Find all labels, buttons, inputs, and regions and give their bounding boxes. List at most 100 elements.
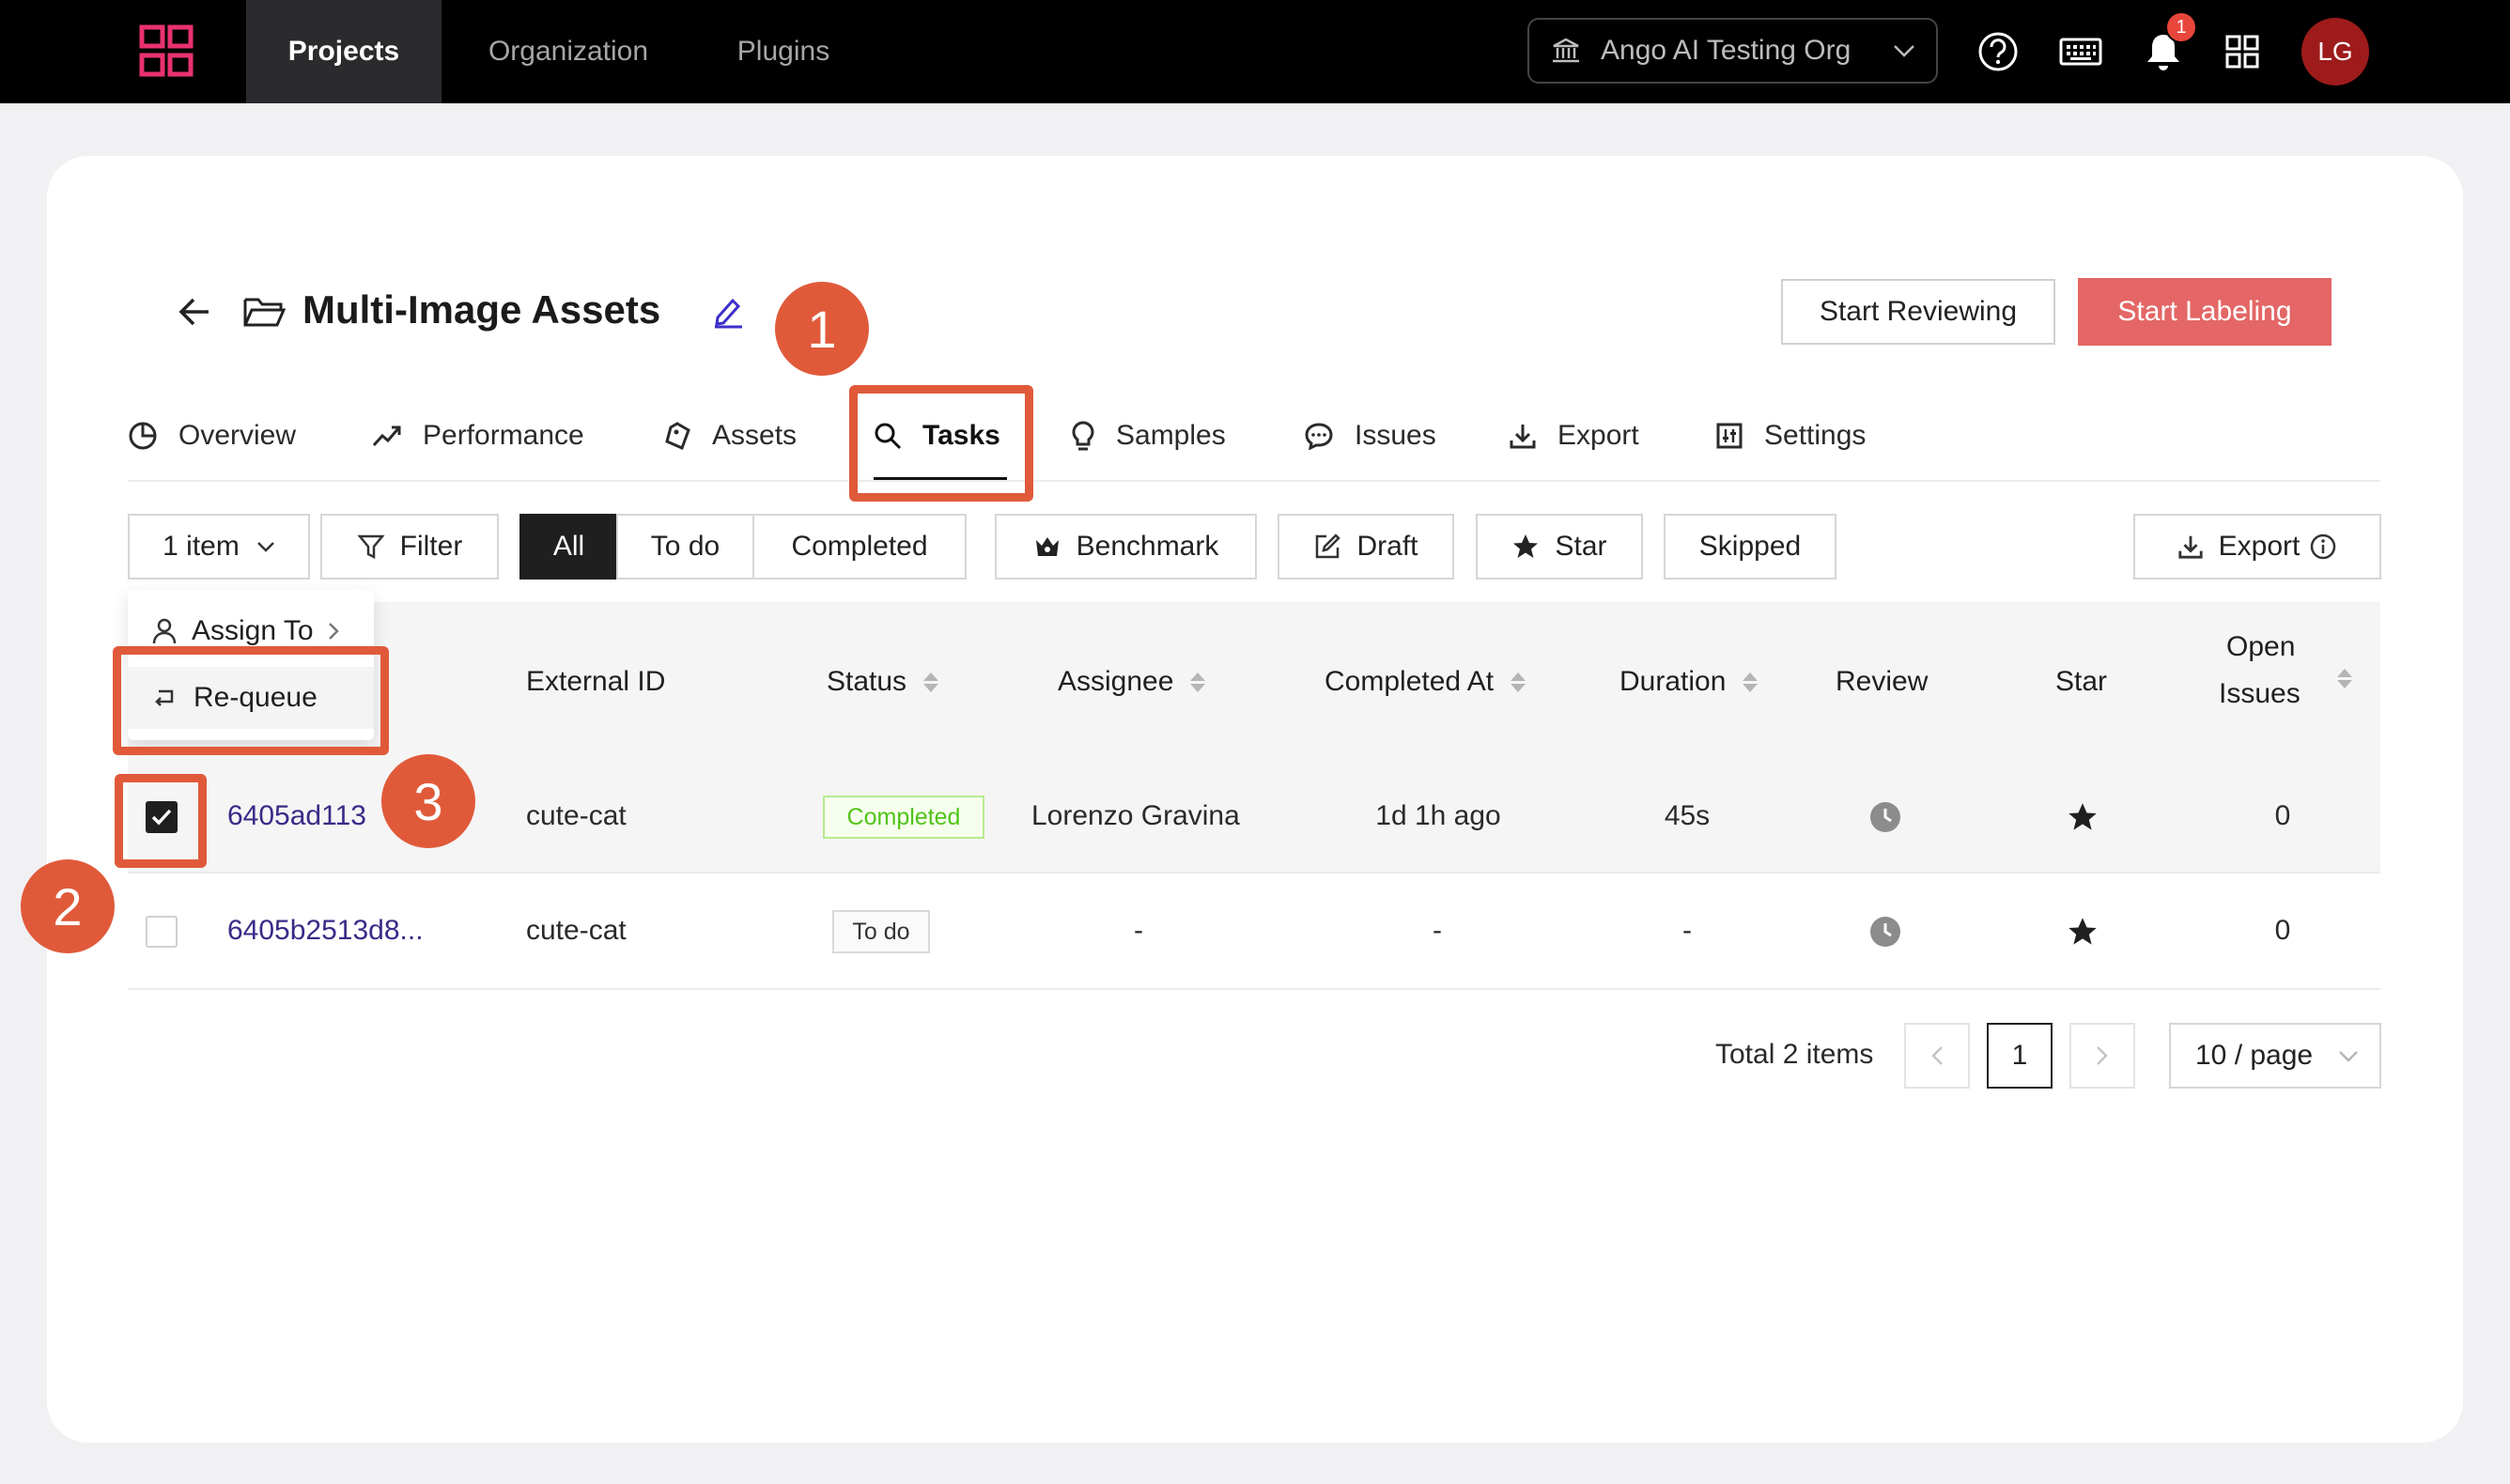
chevron-right-icon: [328, 623, 339, 640]
column-status[interactable]: Status: [827, 657, 939, 706]
table-header-row: [128, 602, 2380, 757]
chevron-left-icon: [1931, 1046, 1943, 1065]
star-icon: [1513, 534, 1539, 558]
page-number-button[interactable]: 1: [1987, 1023, 2053, 1089]
column-star: Star: [2055, 666, 2108, 697]
folder-icon: [242, 295, 287, 329]
tab-assets[interactable]: Assets: [663, 410, 797, 462]
sort-icon[interactable]: [2337, 669, 2352, 688]
requeue-highlight: [113, 646, 389, 755]
user-avatar[interactable]: LG: [2301, 18, 2369, 85]
user-icon: [152, 618, 177, 644]
page-size-value: 10 / page: [2195, 1040, 2314, 1071]
previous-page-button[interactable]: [1904, 1023, 1970, 1089]
tab-overview[interactable]: Overview: [128, 410, 296, 462]
open-issues-count: 0: [2274, 915, 2291, 946]
draft-label: Draft: [1356, 531, 1418, 562]
duration: -: [1682, 915, 1692, 946]
column-open-issues-line1: Open: [2226, 631, 2296, 662]
row-checkbox[interactable]: [146, 916, 178, 948]
tab-export-label: Export: [1557, 420, 1639, 451]
organization-selector[interactable]: Ango AI Testing Org: [1527, 18, 1938, 84]
sort-icon[interactable]: [923, 672, 939, 692]
tab-settings[interactable]: Settings: [1715, 410, 1866, 462]
column-completed-at[interactable]: Completed At: [1325, 657, 1526, 706]
selection-dropdown[interactable]: 1 item: [128, 514, 310, 580]
keyboard-icon[interactable]: [2055, 26, 2106, 77]
status-filter-completed[interactable]: Completed: [752, 514, 967, 580]
total-items: Total 2 items: [1715, 1039, 1874, 1070]
status-filter-todo[interactable]: To do: [616, 514, 754, 580]
pie-chart-icon: [129, 422, 157, 450]
skipped-button[interactable]: Skipped: [1664, 514, 1836, 580]
star-icon[interactable]: [2067, 801, 2099, 833]
nav-tab-projects[interactable]: Projects: [246, 0, 442, 103]
tab-assets-label: Assets: [712, 420, 798, 451]
tab-overview-label: Overview: [178, 420, 297, 451]
status-filter-all[interactable]: All: [519, 514, 618, 580]
tab-settings-label: Settings: [1764, 420, 1867, 451]
star-filter-button[interactable]: Star: [1476, 514, 1643, 580]
sort-icon[interactable]: [1511, 672, 1526, 692]
start-labeling-button[interactable]: Start Labeling: [2078, 278, 2332, 346]
tab-samples[interactable]: Samples: [1071, 410, 1226, 462]
app-logo-icon[interactable]: [139, 24, 194, 77]
benchmark-label: Benchmark: [1076, 531, 1219, 562]
status-badge: To do: [832, 910, 930, 953]
apps-grid-icon[interactable]: [2217, 26, 2268, 77]
column-assignee-label: Assignee: [1058, 666, 1174, 697]
task-id-link[interactable]: 6405ad113: [227, 800, 366, 832]
column-assignee[interactable]: Assignee: [1058, 657, 1206, 706]
tasks-tab-highlight: [849, 385, 1033, 502]
task-id-link[interactable]: 6405b2513d8...: [227, 915, 424, 947]
chevron-down-icon: [1893, 43, 1915, 58]
project-title: Multi-Image Assets: [302, 287, 661, 332]
column-open-issues[interactable]: Open Issues: [2198, 631, 2367, 729]
sort-icon[interactable]: [1743, 672, 1759, 692]
export-label: Export: [2218, 531, 2301, 562]
filter-icon: [357, 534, 385, 560]
edit-title-icon[interactable]: [712, 295, 744, 329]
column-duration[interactable]: Duration: [1619, 657, 1759, 706]
filter-button[interactable]: Filter: [320, 514, 499, 580]
notification-count: 1: [2176, 16, 2187, 38]
back-arrow-icon[interactable]: [177, 295, 214, 329]
avatar-initials: LG: [2317, 37, 2353, 66]
tab-issues-label: Issues: [1355, 420, 1436, 451]
status-badge-label: To do: [852, 918, 910, 945]
assignee: -: [1134, 915, 1143, 946]
edit-square-icon: [1316, 533, 1341, 559]
selection-count: 1 item: [163, 531, 240, 562]
sort-icon[interactable]: [1190, 672, 1206, 692]
nav-tab-organization[interactable]: Organization: [470, 0, 667, 103]
benchmark-button[interactable]: Benchmark: [995, 514, 1257, 580]
lightbulb-icon: [1072, 421, 1094, 451]
clock-icon[interactable]: [1869, 916, 1901, 948]
draft-button[interactable]: Draft: [1278, 514, 1454, 580]
help-icon[interactable]: [1973, 26, 2023, 77]
export-button[interactable]: Export: [2133, 514, 2381, 580]
column-open-issues-line2: Issues: [2219, 678, 2301, 709]
download-icon: [1510, 425, 1536, 449]
table-row[interactable]: [128, 873, 2380, 990]
checkbox-highlight: [115, 774, 207, 868]
duration: 45s: [1664, 800, 1711, 831]
bank-icon: [1552, 38, 1580, 64]
star-icon[interactable]: [2067, 916, 2099, 948]
tab-issues[interactable]: Issues: [1304, 410, 1436, 462]
step-callout-2: 2: [21, 859, 115, 953]
completed-at: -: [1433, 915, 1442, 946]
start-reviewing-button[interactable]: Start Reviewing: [1781, 279, 2055, 345]
tab-export[interactable]: Export: [1509, 410, 1639, 462]
column-external-id[interactable]: External ID: [526, 657, 665, 706]
status-badge-label: Completed: [846, 803, 961, 830]
tab-performance[interactable]: Performance: [372, 410, 584, 462]
next-page-button[interactable]: [2069, 1023, 2135, 1089]
crown-icon: [1035, 537, 1059, 556]
clock-icon[interactable]: [1869, 801, 1901, 833]
top-navigation-bar: Projects Organization Plugins Ango AI Te…: [0, 0, 2510, 103]
page-size-select[interactable]: 10 / page: [2169, 1023, 2381, 1089]
tab-performance-label: Performance: [423, 420, 584, 451]
nav-tab-plugins[interactable]: Plugins: [714, 0, 853, 103]
step-callout-3: 3: [381, 754, 475, 848]
